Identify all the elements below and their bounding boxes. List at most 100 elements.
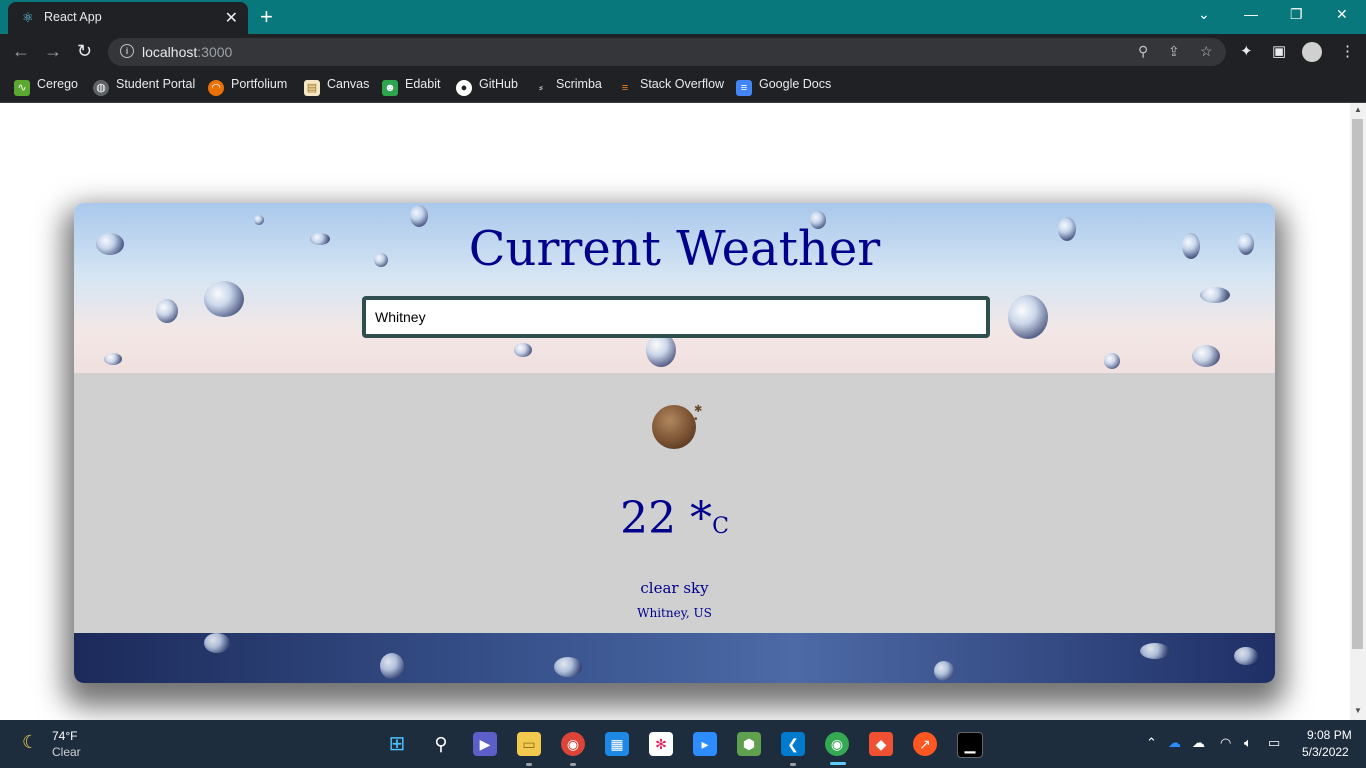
show-hidden-icons-chevron-icon[interactable]: ⌃ (1146, 735, 1157, 751)
terminal-icon[interactable]: ▁ (957, 732, 983, 758)
weather-location: Whitney, US (637, 606, 712, 620)
bookmark-edabit[interactable]: ☻ Edabit (382, 77, 440, 96)
bookmark-star-icon[interactable]: ☆ (1200, 43, 1213, 60)
close-tab-icon[interactable]: ✕ (225, 8, 238, 28)
site-info-icon[interactable]: i (120, 44, 134, 58)
store-app-icon[interactable]: ▦ (605, 732, 629, 756)
new-tab-button[interactable]: + (260, 4, 273, 30)
url-text[interactable]: localhost:3000 (142, 44, 232, 60)
scroll-up-arrow-icon[interactable]: ▲ (1354, 105, 1362, 114)
temperature-unit: C (712, 514, 729, 539)
cerego-icon: ∿ (14, 80, 30, 96)
weather-condition-icon (652, 405, 696, 449)
raindrop (380, 653, 404, 679)
running-indicator (526, 763, 532, 766)
back-arrow-icon[interactable]: ← (12, 41, 30, 62)
extensions-icon[interactable]: ✦ (1240, 42, 1253, 60)
close-window-icon[interactable]: ✕ (1336, 6, 1348, 23)
portfolium-icon: ◠ (208, 80, 224, 96)
weather-widget-temp[interactable]: 74°F (52, 729, 77, 743)
bookmark-portfolium[interactable]: ◠ Portfolium (208, 77, 287, 96)
profile-avatar[interactable] (1302, 42, 1322, 62)
page-scrollbar[interactable]: ▲ ▼ (1350, 103, 1366, 720)
clock-date[interactable]: 5/3/2022 (1302, 745, 1349, 759)
bookmark-scrimba[interactable]: ⸗ Scrimba (533, 77, 602, 96)
raindrop (204, 281, 244, 317)
bookmark-github[interactable]: ● GitHub (456, 77, 518, 96)
nodejs-icon[interactable]: ⬢ (737, 732, 761, 756)
restore-icon[interactable]: ❐ (1290, 6, 1303, 23)
file-explorer-icon[interactable]: ▭ (517, 732, 541, 756)
tab-react-app[interactable]: ⚛ React App ✕ (8, 2, 248, 34)
weather-info-panel: ✱ • 22 *C clear sky Whitney, US (74, 373, 1275, 633)
battery-icon[interactable]: ▭ (1268, 735, 1280, 751)
url-port: :3000 (197, 44, 233, 60)
raindrop (1200, 287, 1230, 303)
share-icon[interactable]: ⇪ (1168, 43, 1180, 60)
weather-card: Current Weather ✱• 22 *C clear sky Whitn… (74, 203, 1275, 683)
bookmark-google-docs[interactable]: ≡ Google Docs (736, 77, 831, 96)
clock-time[interactable]: 9:08 PM (1307, 728, 1352, 742)
bookmarks-bar: ∿ Cerego ◍ Student Portal ◠ Portfolium ▤ Can… (0, 70, 1366, 103)
raindrop (1192, 345, 1220, 367)
scrimba-icon: ⸗ (539, 82, 543, 94)
bookmark-cerego[interactable]: ∿ Cerego (14, 77, 78, 96)
reload-icon[interactable]: ↻ (77, 41, 92, 62)
bookmark-stack-overflow[interactable]: ≡ Stack Overflow (617, 77, 724, 96)
github-icon: ● (456, 80, 472, 96)
raindrop (204, 633, 230, 653)
scrollbar-thumb[interactable] (1352, 119, 1363, 649)
browser-toolbar: ← → ↻ i localhost:3000 ⚲ ⇪ ☆ ✦ ▣ ⋮ (0, 34, 1366, 70)
raindrop (156, 299, 178, 323)
google-docs-icon: ≡ (736, 80, 752, 96)
active-app-indicator (830, 762, 846, 765)
moon-weather-icon[interactable]: ☾ (22, 732, 38, 753)
city-search-box[interactable] (362, 296, 990, 338)
windows-start-icon[interactable]: ⊞ (385, 732, 409, 756)
raindrop (554, 657, 582, 677)
globe-icon: ◍ (93, 80, 109, 96)
chrome-icon[interactable]: ◉ (825, 732, 849, 756)
wifi-icon[interactable]: ◠ (1220, 735, 1231, 751)
raindrop (1140, 643, 1170, 659)
canvas-icon: ▤ (304, 80, 320, 96)
city-search-input[interactable] (366, 300, 975, 334)
minimize-icon[interactable]: — (1244, 6, 1258, 22)
cloud-icon[interactable]: ☁ (1192, 735, 1205, 751)
sparkle-icon: ✱ • (694, 404, 703, 425)
chrome-profile-icon[interactable]: ◉ (561, 732, 585, 756)
weather-description: clear sky (640, 579, 709, 597)
raindrop (104, 353, 122, 365)
raindrop (514, 343, 532, 357)
location-pin-icon[interactable]: ⚲ (1138, 43, 1148, 60)
onedrive-icon[interactable]: ☁ (1168, 735, 1181, 751)
forward-arrow-icon[interactable]: → (44, 41, 62, 62)
weather-widget-desc[interactable]: Clear (52, 745, 81, 759)
raindrop (646, 333, 676, 367)
bookmark-student-portal[interactable]: ◍ Student Portal (93, 77, 195, 96)
address-bar[interactable]: i localhost:3000 ⚲ ⇪ ☆ (108, 38, 1226, 66)
side-panel-icon[interactable]: ▣ (1272, 42, 1286, 60)
edabit-icon: ☻ (382, 80, 398, 96)
postman-icon[interactable]: ↗ (913, 732, 937, 756)
temperature-value: 22 * (620, 493, 713, 544)
rain-background-bottom (74, 633, 1275, 683)
tab-title: React App (44, 10, 102, 24)
page-viewport: Current Weather ✱• 22 *C clear sky Whitn… (0, 103, 1350, 720)
zoom-icon[interactable]: ▸ (693, 732, 717, 756)
search-icon[interactable]: ⚲ (429, 732, 453, 756)
volume-icon[interactable]: 🔈︎ (1244, 735, 1252, 751)
tab-search-icon[interactable]: ⌄ (1198, 6, 1210, 23)
raindrop (1104, 353, 1120, 369)
running-indicator (790, 763, 796, 766)
running-indicator (570, 763, 576, 766)
menu-kebab-icon[interactable]: ⋮ (1340, 42, 1355, 60)
git-kraken-icon[interactable]: ◆ (869, 732, 893, 756)
url-host: localhost (142, 44, 198, 60)
scroll-down-arrow-icon[interactable]: ▼ (1354, 706, 1362, 715)
teams-chat-icon[interactable]: ▶ (473, 732, 497, 756)
slack-icon[interactable]: ✻ (649, 732, 673, 756)
raindrop (934, 661, 954, 681)
vscode-icon[interactable]: ❮ (781, 732, 805, 756)
bookmark-canvas[interactable]: ▤ Canvas (304, 77, 369, 96)
